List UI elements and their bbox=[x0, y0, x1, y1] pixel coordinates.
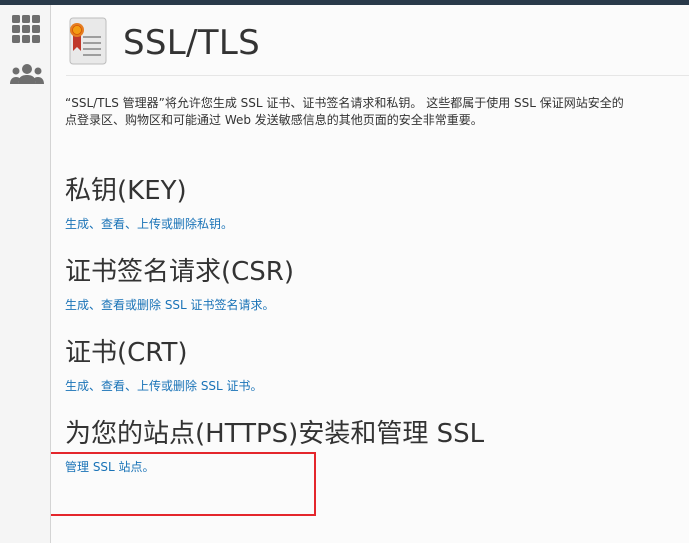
section-title-private-keys: 私钥(KEY) bbox=[65, 176, 187, 206]
private-keys-link[interactable]: 生成、查看、上传或删除私钥。 bbox=[65, 215, 233, 232]
certificate-icon bbox=[69, 17, 107, 65]
page-header: SSL/TLS bbox=[66, 15, 689, 76]
section-title-manage-ssl: 为您的站点(HTTPS)安装和管理 SSL bbox=[65, 419, 485, 449]
section-title-certificates: 证书(CRT) bbox=[65, 338, 188, 368]
users-icon[interactable] bbox=[9, 60, 45, 90]
description-line-1: “SSL/TLS 管理器”将允许您生成 SSL 证书、证书签名请求和私钥。 这些… bbox=[65, 96, 624, 110]
certificates-link[interactable]: 生成、查看、上传或删除 SSL 证书。 bbox=[65, 377, 263, 394]
page-title: SSL/TLS bbox=[123, 23, 260, 63]
section-title-csr: 证书签名请求(CSR) bbox=[65, 257, 295, 287]
manage-ssl-sites-link[interactable]: 管理 SSL 站点。 bbox=[65, 458, 155, 475]
main-content: SSL/TLS “SSL/TLS 管理器”将允许您生成 SSL 证书、证书签名请… bbox=[51, 5, 689, 543]
description-line-2: 点登录区、购物区和可能通过 Web 发送敏感信息的其他页面的安全非常重要。 bbox=[65, 113, 483, 127]
sidebar bbox=[0, 5, 51, 543]
page-description: “SSL/TLS 管理器”将允许您生成 SSL 证书、证书签名请求和私钥。 这些… bbox=[65, 95, 689, 129]
csr-link[interactable]: 生成、查看或删除 SSL 证书签名请求。 bbox=[65, 296, 275, 313]
grid-icon[interactable] bbox=[10, 13, 42, 45]
